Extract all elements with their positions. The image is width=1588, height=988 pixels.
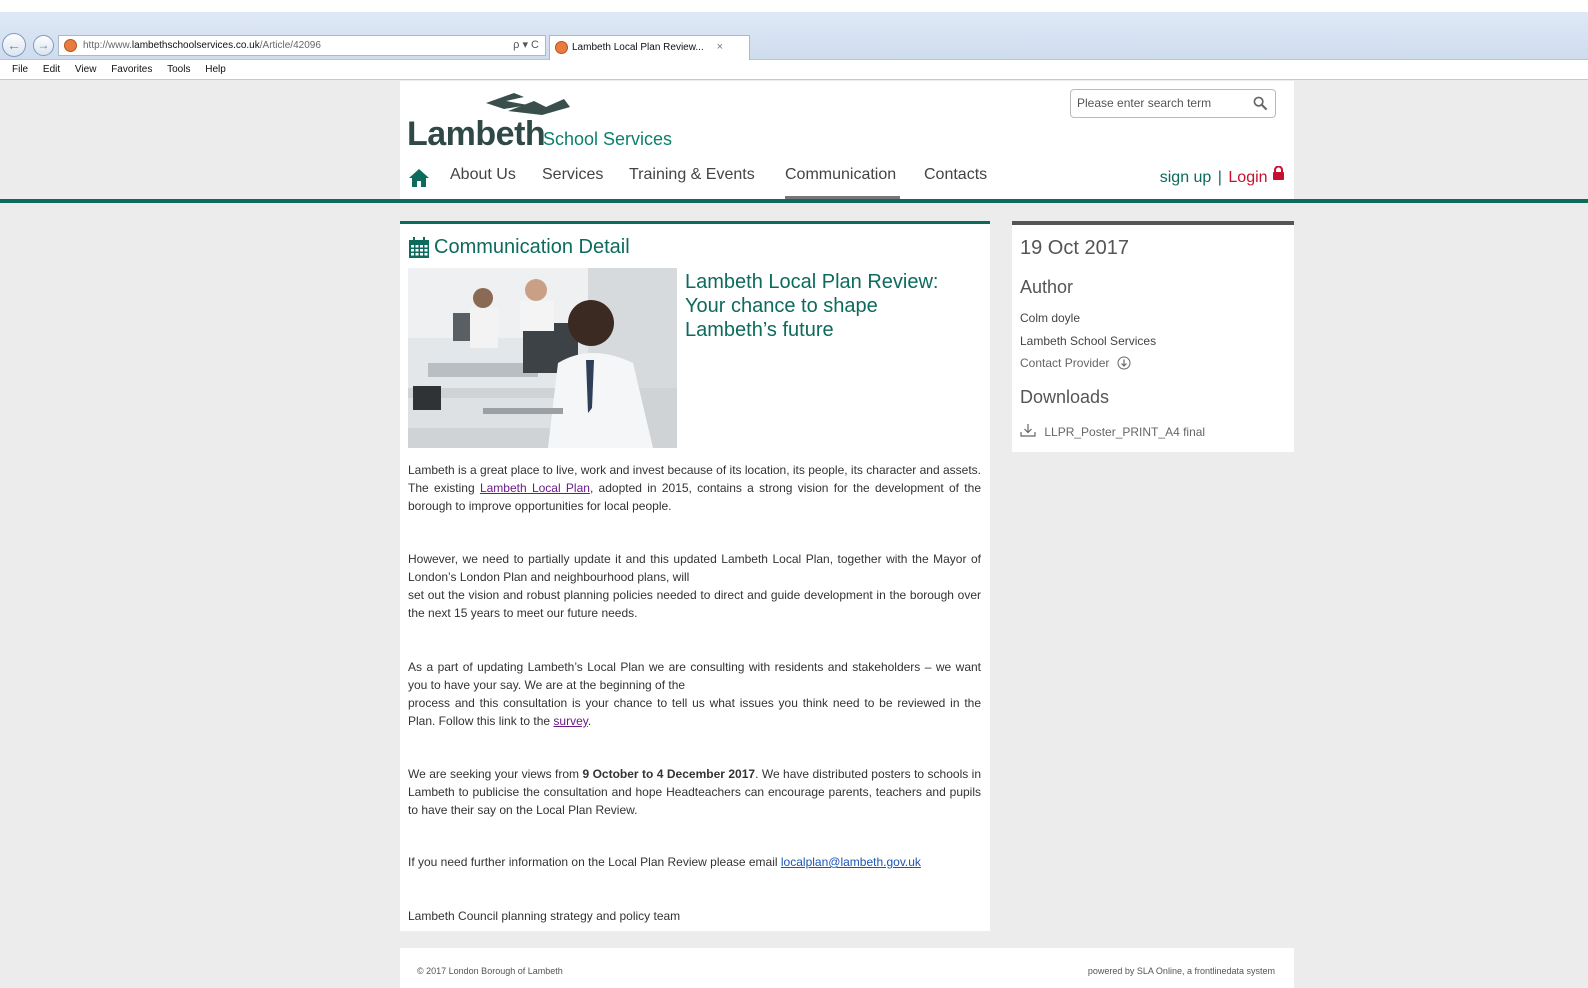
nav-contacts[interactable]: Contacts xyxy=(924,166,987,184)
calendar-icon xyxy=(409,237,429,258)
tab-close-icon[interactable]: × xyxy=(717,36,723,59)
search-placeholder: Please enter search term xyxy=(1077,96,1212,110)
download-icon[interactable] xyxy=(1020,423,1036,437)
powered-by-text[interactable]: powered by SLA Online, a frontlinedata s… xyxy=(1088,966,1275,976)
signup-link[interactable]: sign up xyxy=(1160,169,1212,186)
browser-tab[interactable]: Lambeth Local Plan Review... × xyxy=(549,35,750,60)
paragraph-3-text-a: As a part of updating Lambeth’s Local Pl… xyxy=(408,660,981,692)
paragraph-4: We are seeking your views from 9 October… xyxy=(408,765,981,819)
menu-tools[interactable]: Tools xyxy=(167,60,190,80)
download-file-name: LLPR_Poster_PRINT_A4 final xyxy=(1044,425,1206,439)
expand-circle-icon[interactable] xyxy=(1117,356,1131,370)
paragraph-2-text-a: However, we need to partially update it … xyxy=(408,552,981,584)
home-icon[interactable] xyxy=(408,167,430,189)
tab-favicon-icon xyxy=(555,41,568,54)
url-path: /Article/42096 xyxy=(259,40,321,51)
paragraph-6: Lambeth Council planning strategy and po… xyxy=(408,909,681,923)
menu-help[interactable]: Help xyxy=(205,60,226,80)
paragraph-2-text-b: set out the vision and robust planning p… xyxy=(408,588,981,620)
window-top-edge xyxy=(0,0,1588,12)
paragraph-4-text-a: We are seeking your views from xyxy=(408,767,583,781)
nav-communication[interactable]: Communication xyxy=(785,166,901,201)
back-icon[interactable]: ← xyxy=(2,33,26,57)
paragraph-2: However, we need to partially update it … xyxy=(408,550,981,622)
menu-view[interactable]: View xyxy=(75,60,97,80)
download-item[interactable]: LLPR_Poster_PRINT_A4 final xyxy=(1020,423,1205,439)
contact-provider-label: Contact Provider xyxy=(1020,356,1110,370)
menu-favorites[interactable]: Favorites xyxy=(111,60,152,80)
paragraph-1: Lambeth is a great place to live, work a… xyxy=(408,461,981,515)
logo-subtitle[interactable]: School Services xyxy=(543,129,672,150)
address-bar[interactable]: http://www.lambethschoolservices.co.uk/A… xyxy=(58,35,546,56)
nav-services[interactable]: Services xyxy=(542,166,603,184)
lock-icon[interactable] xyxy=(1272,165,1285,180)
auth-separator: | xyxy=(1217,169,1222,186)
author-name: Colm doyle xyxy=(1020,311,1081,325)
section-title: Communication Detail xyxy=(434,236,630,258)
search-icon[interactable] xyxy=(1253,96,1268,111)
article-title: Lambeth Local Plan Review: Your chance t… xyxy=(685,271,939,341)
email-link[interactable]: localplan@lambeth.gov.uk xyxy=(781,855,921,869)
tab-title: Lambeth Local Plan Review... xyxy=(572,42,704,53)
site-footer: © 2017 London Borough of Lambeth powered… xyxy=(400,948,1294,988)
copyright-text: © 2017 London Borough of Lambeth xyxy=(417,966,563,976)
lambeth-local-plan-link[interactable]: Lambeth Local Plan xyxy=(480,481,590,495)
url-domain: lambethschoolservices.co.uk xyxy=(131,40,260,51)
forward-icon[interactable]: → xyxy=(33,35,54,56)
paragraph-3-end: . xyxy=(587,714,592,728)
author-organisation: Lambeth School Services xyxy=(1020,334,1157,348)
contact-provider-link[interactable]: Contact Provider xyxy=(1020,356,1131,370)
url-prefix: http://www. xyxy=(83,40,132,51)
communication-detail-panel: Communication Detail Lambeth Local Plan … xyxy=(400,221,990,931)
auth-links: sign up | Login xyxy=(1160,165,1285,187)
author-heading: Author xyxy=(1020,277,1074,297)
survey-link[interactable]: survey xyxy=(553,714,587,728)
header-divider xyxy=(0,199,1588,203)
article-photo xyxy=(408,268,677,448)
paragraph-3-text-b: process and this consultation is your ch… xyxy=(408,696,981,728)
menu-bar: File Edit View Favorites Tools Help xyxy=(0,60,1588,80)
downloads-heading: Downloads xyxy=(1020,387,1110,407)
nav-training-events[interactable]: Training & Events xyxy=(629,166,755,184)
login-link[interactable]: Login xyxy=(1228,169,1267,186)
article-date: 19 Oct 2017 xyxy=(1020,237,1129,259)
paragraph-3: As a part of updating Lambeth’s Local Pl… xyxy=(408,658,981,730)
site-favicon-icon xyxy=(64,39,77,52)
consultation-dates: 9 October to 4 December 2017 xyxy=(582,767,756,781)
paragraph-5: If you need further information on the L… xyxy=(408,853,921,871)
article-info-panel: 19 Oct 2017 Author Colm doyle Lambeth Sc… xyxy=(1012,221,1294,452)
address-tools-icons[interactable]: ρ ▾ C xyxy=(513,36,539,55)
menu-file[interactable]: File xyxy=(12,60,28,80)
menu-edit[interactable]: Edit xyxy=(43,60,60,80)
paragraph-5-text: If you need further information on the L… xyxy=(408,855,781,869)
site-header: Lambeth School Services Please enter sea… xyxy=(400,81,1294,201)
search-input[interactable]: Please enter search term xyxy=(1070,89,1276,118)
nav-about-us[interactable]: About Us xyxy=(450,166,516,184)
logo-wordmark[interactable]: Lambeth xyxy=(407,115,546,154)
